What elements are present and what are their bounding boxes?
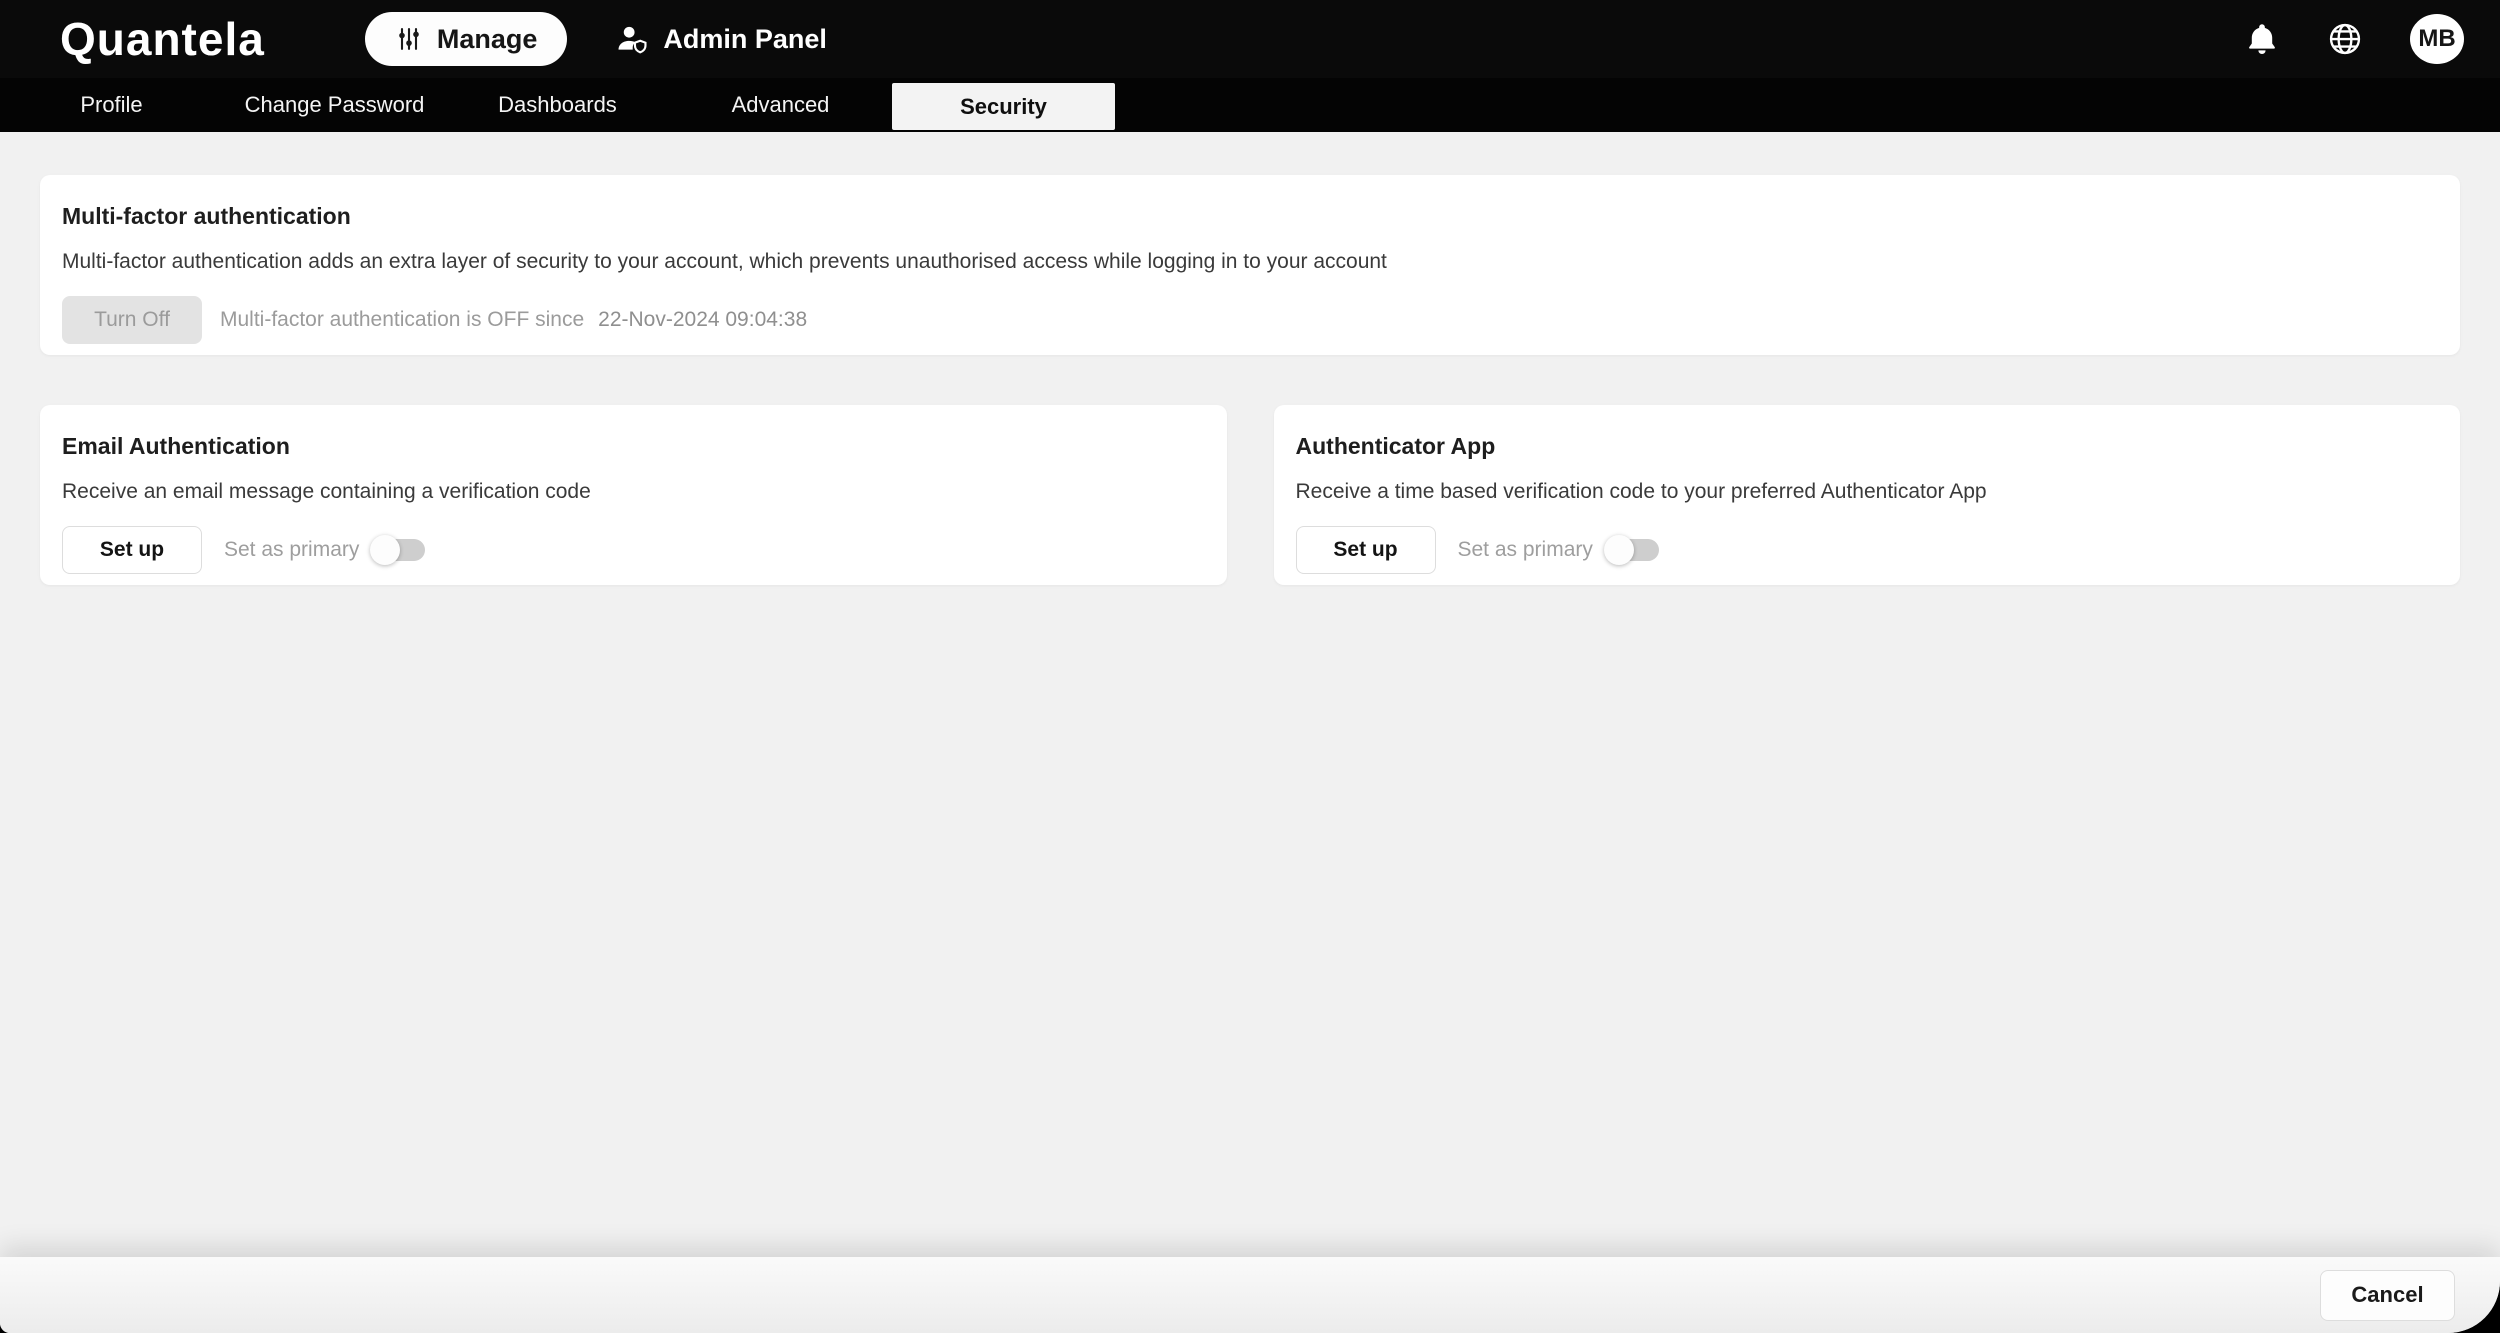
mfa-card: Multi-factor authentication Multi-factor… <box>40 175 2460 355</box>
authenticator-app-card: Authenticator App Receive a time based v… <box>1274 405 2461 585</box>
tab-change-password[interactable]: Change Password <box>223 78 446 132</box>
authenticator-app-description: Receive a time based verification code t… <box>1296 480 2439 504</box>
person-shield-icon <box>615 22 649 56</box>
email-setup-row: Set up Set as primary <box>62 526 1205 574</box>
email-primary-toggle[interactable] <box>373 539 425 561</box>
page-body: Multi-factor authentication Multi-factor… <box>0 132 2500 1333</box>
action-footer: Cancel <box>0 1257 2500 1333</box>
email-authentication-description: Receive an email message containing a ve… <box>62 480 1205 504</box>
tab-dashboards[interactable]: Dashboards <box>446 78 669 132</box>
quantela-logo: Quantela <box>60 16 265 62</box>
bell-icon <box>2244 21 2280 57</box>
tab-profile[interactable]: Profile <box>0 78 223 132</box>
authenticator-primary-toggle[interactable] <box>1607 539 1659 561</box>
tab-security[interactable]: Security <box>892 83 1115 130</box>
authenticator-setup-button[interactable]: Set up <box>1296 526 1436 574</box>
mfa-card-description: Multi-factor authentication adds an extr… <box>62 250 2438 274</box>
email-authentication-title: Email Authentication <box>62 433 1205 460</box>
email-primary-toggle-thumb <box>370 535 400 565</box>
turn-off-button[interactable]: Turn Off <box>62 296 202 344</box>
security-content: Multi-factor authentication Multi-factor… <box>0 132 2500 1257</box>
notifications-button[interactable] <box>2244 21 2280 57</box>
app-window: Quantela Manage Admin Panel <box>0 0 2500 1333</box>
admin-panel-label: Admin Panel <box>663 24 827 55</box>
language-button[interactable] <box>2326 20 2364 58</box>
authenticator-setup-row: Set up Set as primary <box>1296 526 2439 574</box>
cancel-button[interactable]: Cancel <box>2320 1270 2455 1321</box>
mfa-methods-row: Email Authentication Receive an email me… <box>40 405 2460 585</box>
authenticator-set-as-primary-label: Set as primary <box>1458 538 1593 562</box>
authenticator-primary-toggle-thumb <box>1604 535 1634 565</box>
email-setup-button[interactable]: Set up <box>62 526 202 574</box>
manage-button-label: Manage <box>437 24 538 55</box>
mfa-status-text: Multi-factor authentication is OFF since <box>220 308 584 332</box>
admin-panel-button[interactable]: Admin Panel <box>615 22 827 56</box>
manage-button[interactable]: Manage <box>365 12 568 66</box>
sliders-icon <box>395 25 423 53</box>
top-header: Quantela Manage Admin Panel <box>0 0 2500 78</box>
mfa-card-title: Multi-factor authentication <box>62 203 2438 230</box>
mfa-actions-row: Turn Off Multi-factor authentication is … <box>62 296 2438 344</box>
email-authentication-card: Email Authentication Receive an email me… <box>40 405 1227 585</box>
header-actions: MB <box>2244 14 2464 64</box>
authenticator-app-title: Authenticator App <box>1296 433 2439 460</box>
settings-tab-bar: Profile Change Password Dashboards Advan… <box>0 78 2500 132</box>
email-set-as-primary-label: Set as primary <box>224 538 359 562</box>
globe-icon <box>2326 20 2364 58</box>
tab-advanced[interactable]: Advanced <box>669 78 892 132</box>
mfa-status-timestamp: 22-Nov-2024 09:04:38 <box>598 308 807 332</box>
user-avatar[interactable]: MB <box>2410 14 2464 64</box>
